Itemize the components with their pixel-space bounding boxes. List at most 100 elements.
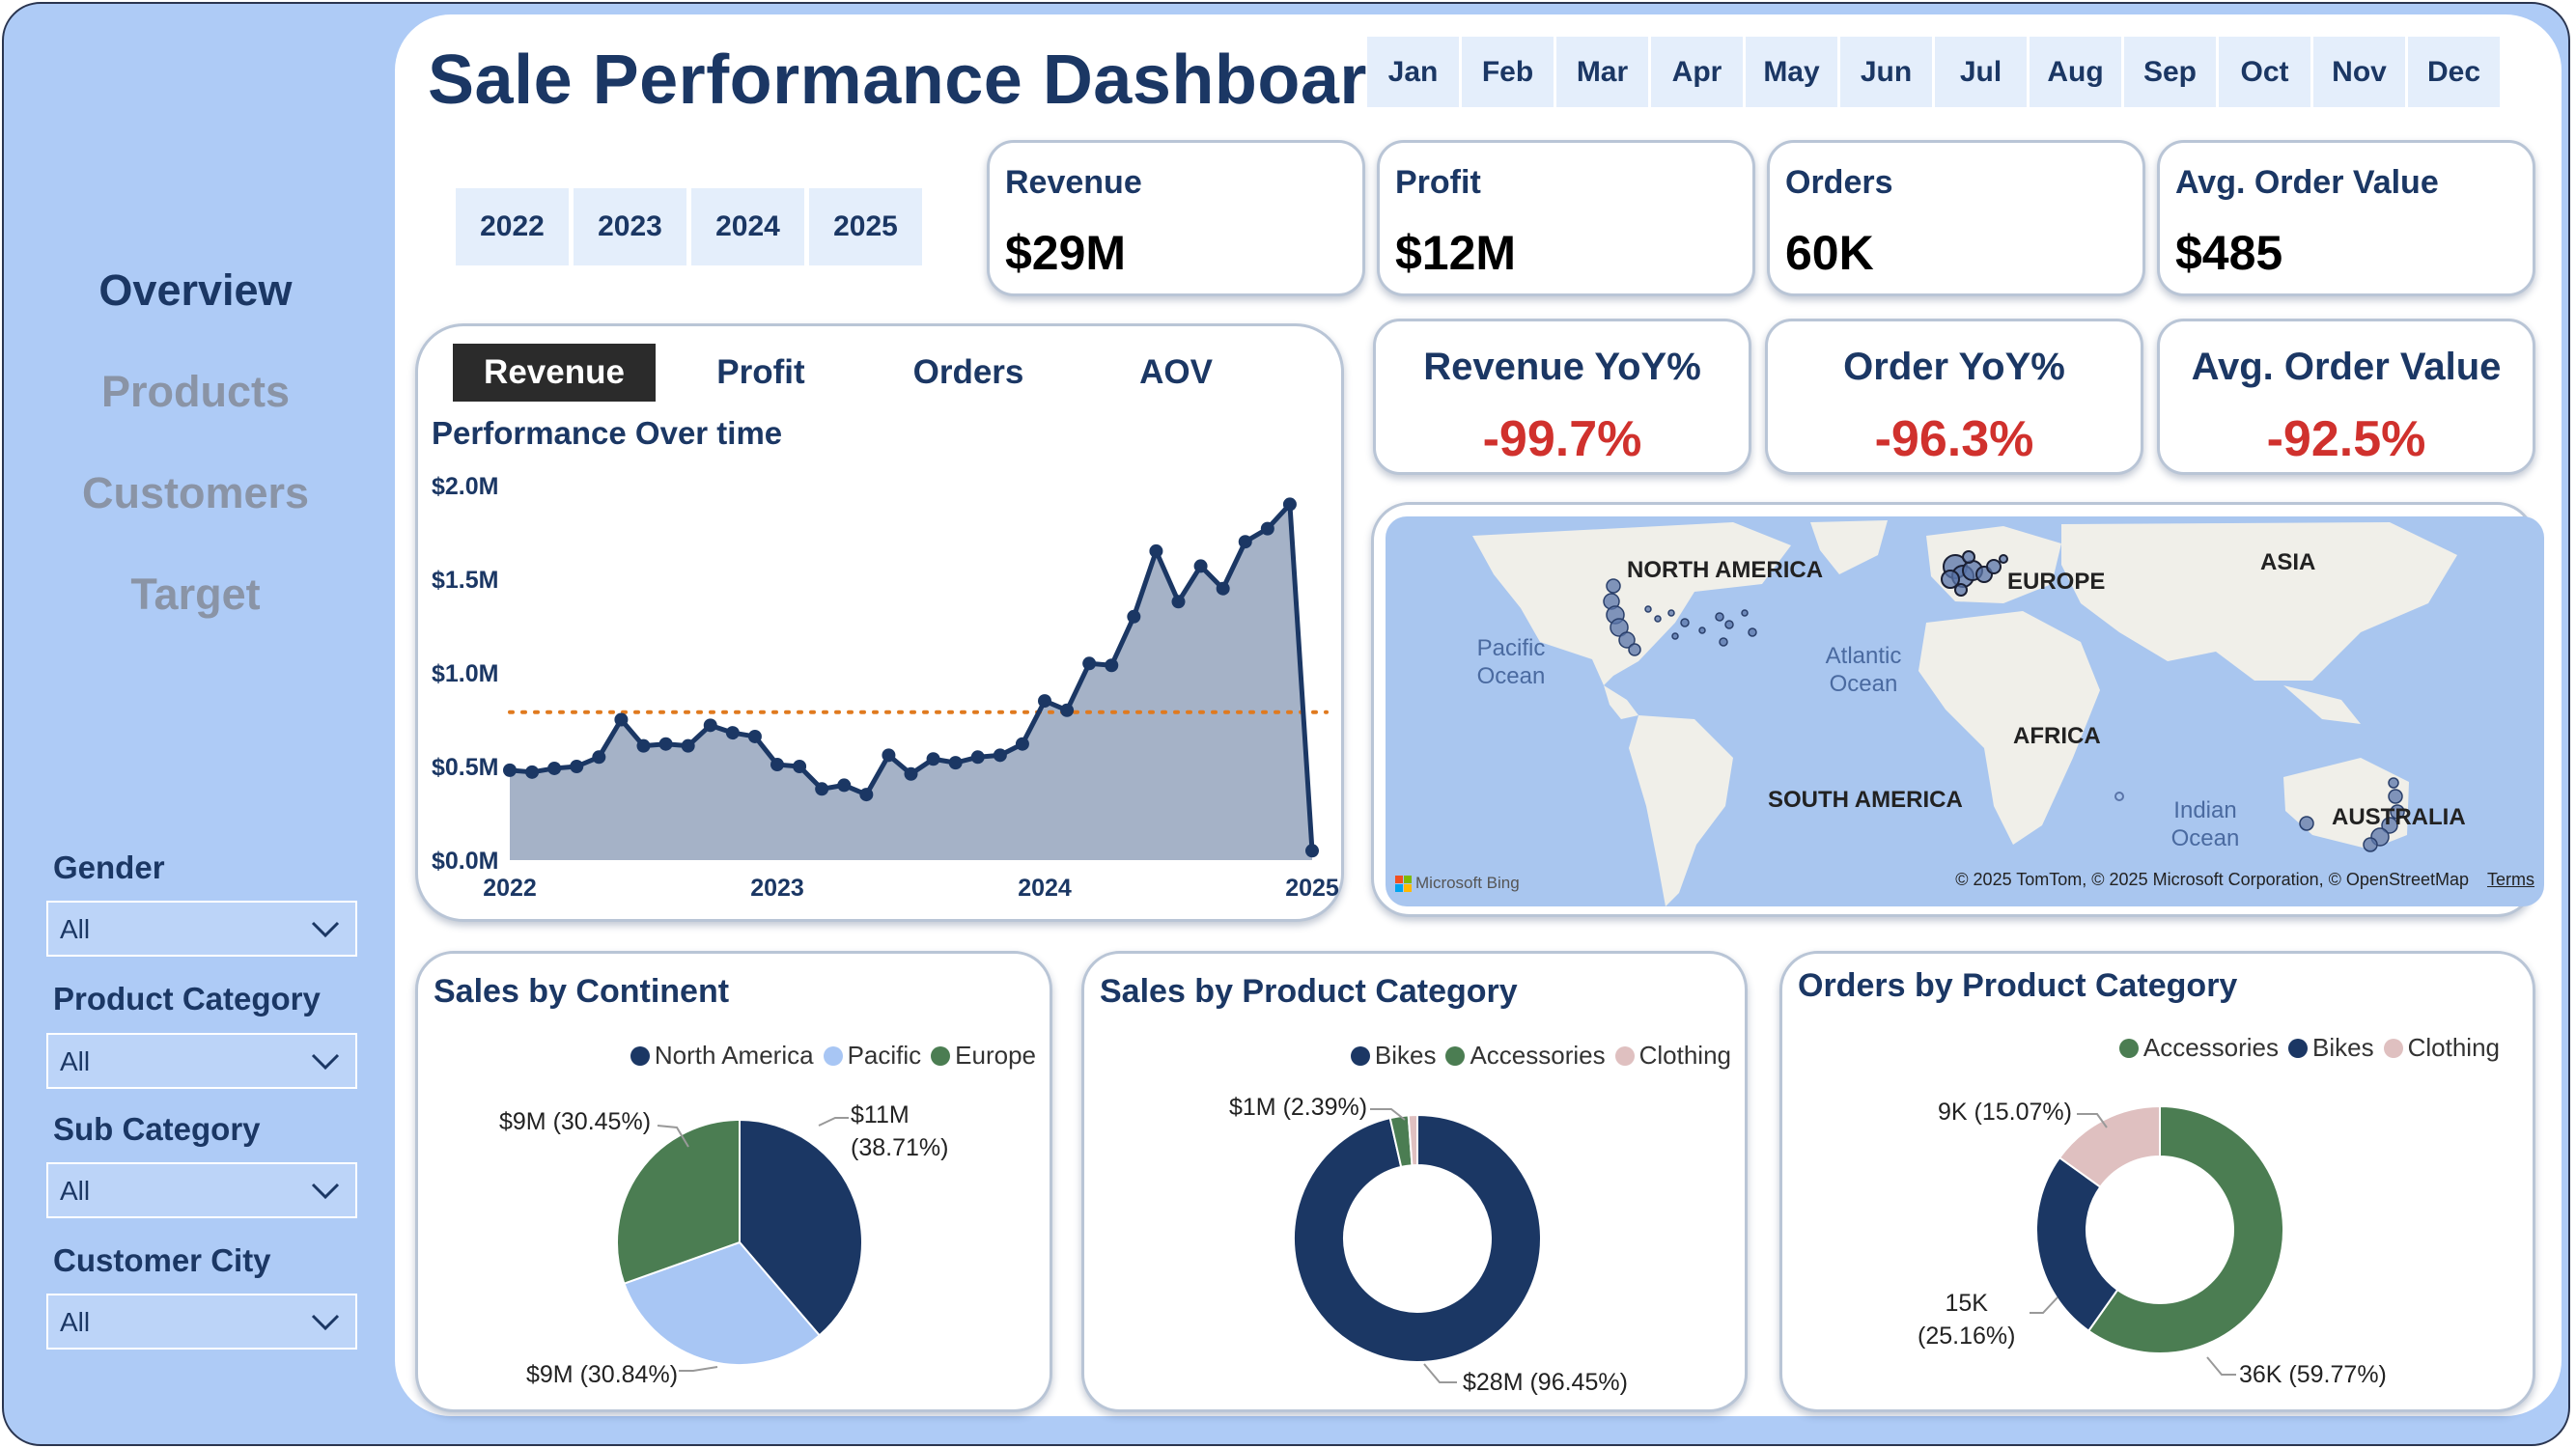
data-point[interactable]	[1149, 543, 1163, 558]
leader-lines	[2030, 1113, 2236, 1376]
data-point[interactable]	[926, 752, 940, 766]
sales-map[interactable]: NORTH AMERICA EUROPE ASIA AFRICA SOUTH A…	[1371, 502, 2544, 917]
revenue-area	[510, 504, 1312, 860]
data-point[interactable]	[703, 718, 717, 733]
data-point[interactable]	[837, 778, 852, 793]
nav-target[interactable]: Target	[58, 570, 333, 620]
month-mar[interactable]: Mar	[1556, 37, 1648, 107]
data-point[interactable]	[1038, 694, 1051, 709]
month-jan[interactable]: Jan	[1367, 37, 1459, 107]
label-atlantic-ocean: Atlantic Ocean	[1825, 643, 1902, 697]
kpi-value: $12M	[1395, 226, 1517, 280]
performance-panel: Revenue Profit Orders AOV Performance Ov…	[415, 323, 1344, 922]
data-point[interactable]	[681, 738, 695, 753]
data-point[interactable]	[1015, 737, 1029, 751]
month-sep[interactable]: Sep	[2124, 37, 2216, 107]
data-point[interactable]	[993, 748, 1007, 763]
label-north-america: NORTH AMERICA	[1627, 557, 1824, 583]
data-point[interactable]	[725, 726, 740, 740]
x-tick-label: 2022	[483, 875, 537, 902]
label-indian-ocean: Indian Ocean	[2170, 797, 2240, 851]
kpi-card-avg-order-value: Avg. Order Value $485	[2157, 140, 2535, 296]
data-point[interactable]	[1171, 595, 1186, 609]
data-point[interactable]	[770, 758, 784, 772]
label-australia: AUSTRALIA	[2332, 804, 2466, 830]
month-feb[interactable]: Feb	[1462, 37, 1554, 107]
month-jun[interactable]: Jun	[1840, 37, 1932, 107]
microsoft-logo-icon	[1395, 875, 1412, 892]
data-point[interactable]	[1105, 658, 1119, 673]
y-tick-label: $0.5M	[432, 754, 498, 781]
kpi-label: Revenue	[1005, 164, 1142, 201]
data-point[interactable]	[970, 750, 985, 765]
yoy-value: -96.3%	[1874, 411, 2034, 467]
year-2025[interactable]: 2025	[809, 188, 922, 265]
product-category-dropdown[interactable]: All	[46, 1033, 357, 1089]
attribution-text[interactable]: © 2025 TomTom, © 2025 Microsoft Corporat…	[1955, 870, 2469, 889]
data-point[interactable]	[948, 756, 963, 770]
sales-by-product-category-card: Sales by Product Category Bikes Accessor…	[1081, 951, 1748, 1412]
data-point[interactable]	[614, 712, 629, 727]
data-point[interactable]	[1260, 521, 1274, 536]
bing-brand-text: Microsoft Bing	[1415, 874, 1520, 892]
sub-category-dropdown-value: All	[60, 1176, 91, 1206]
month-nov[interactable]: Nov	[2313, 37, 2405, 107]
data-point[interactable]	[747, 729, 762, 743]
kpi-card-revenue: Revenue $29M	[987, 140, 1365, 296]
nav-products[interactable]: Products	[58, 367, 333, 417]
data-point[interactable]	[525, 765, 540, 779]
data-point[interactable]	[1282, 497, 1297, 512]
kpi-card-orders: Orders 60K	[1767, 140, 2145, 296]
month-oct[interactable]: Oct	[2219, 37, 2310, 107]
data-point[interactable]	[882, 748, 896, 763]
yoy-value: -92.5%	[2266, 411, 2426, 467]
data-point[interactable]	[815, 782, 829, 796]
chevron-down-icon	[311, 1183, 340, 1200]
data-point[interactable]	[1305, 844, 1319, 858]
data-point[interactable]	[570, 760, 584, 773]
nav-customers[interactable]: Customers	[58, 468, 333, 518]
year-2024[interactable]: 2024	[691, 188, 804, 265]
kpi-value: 60K	[1785, 226, 1874, 280]
gender-dropdown-value: All	[60, 914, 91, 944]
data-point[interactable]	[1127, 609, 1141, 624]
product-category-filter-label: Product Category	[53, 981, 321, 1016]
month-aug[interactable]: Aug	[2030, 37, 2121, 107]
month-jul[interactable]: Jul	[1935, 37, 2027, 107]
terms-link[interactable]: Terms	[2487, 870, 2534, 889]
data-point[interactable]	[1216, 581, 1230, 596]
performance-line-chart: $0.0M $0.5M $1.0M $1.5M $2.0M 2022 2023 2024 202…	[432, 473, 1339, 902]
sub-category-dropdown[interactable]: All	[46, 1162, 357, 1218]
data-point[interactable]	[592, 750, 606, 765]
data-point[interactable]	[658, 737, 673, 751]
gender-filter-label: Gender	[53, 849, 165, 885]
data-point[interactable]	[1060, 703, 1075, 717]
kpi-card-profit: Profit $12M	[1377, 140, 1755, 296]
customer-city-dropdown[interactable]: All	[46, 1294, 357, 1350]
month-dec[interactable]: Dec	[2408, 37, 2500, 107]
data-point[interactable]	[904, 766, 918, 781]
year-2022[interactable]: 2022	[456, 188, 569, 265]
year-2023[interactable]: 2023	[574, 188, 686, 265]
data-point[interactable]	[859, 788, 874, 802]
label-south-america: SOUTH AMERICA	[1768, 787, 1963, 813]
gender-dropdown[interactable]: All	[46, 901, 357, 957]
data-point[interactable]	[547, 761, 562, 775]
yoy-label: Avg. Order Value	[2191, 346, 2502, 388]
y-tick-label: $0.0M	[432, 848, 498, 875]
data-point[interactable]	[1238, 535, 1252, 549]
month-may[interactable]: May	[1746, 37, 1837, 107]
data-point[interactable]	[1082, 656, 1097, 671]
chevron-down-icon	[311, 1053, 340, 1071]
map-viewport[interactable]: NORTH AMERICA EUROPE ASIA AFRICA SOUTH A…	[1386, 516, 2544, 906]
data-point[interactable]	[793, 760, 807, 773]
month-apr[interactable]: Apr	[1651, 37, 1743, 107]
nav-overview[interactable]: Overview	[58, 265, 333, 316]
label-africa: AFRICA	[2013, 723, 2101, 749]
data-point[interactable]	[1193, 559, 1208, 573]
kpi-label: Avg. Order Value	[2175, 164, 2439, 201]
data-point[interactable]	[503, 763, 517, 777]
sub-category-filter-label: Sub Category	[53, 1111, 261, 1147]
yoy-card-revenue: Revenue YoY% -99.7%	[1373, 319, 1751, 475]
data-point[interactable]	[636, 738, 651, 753]
